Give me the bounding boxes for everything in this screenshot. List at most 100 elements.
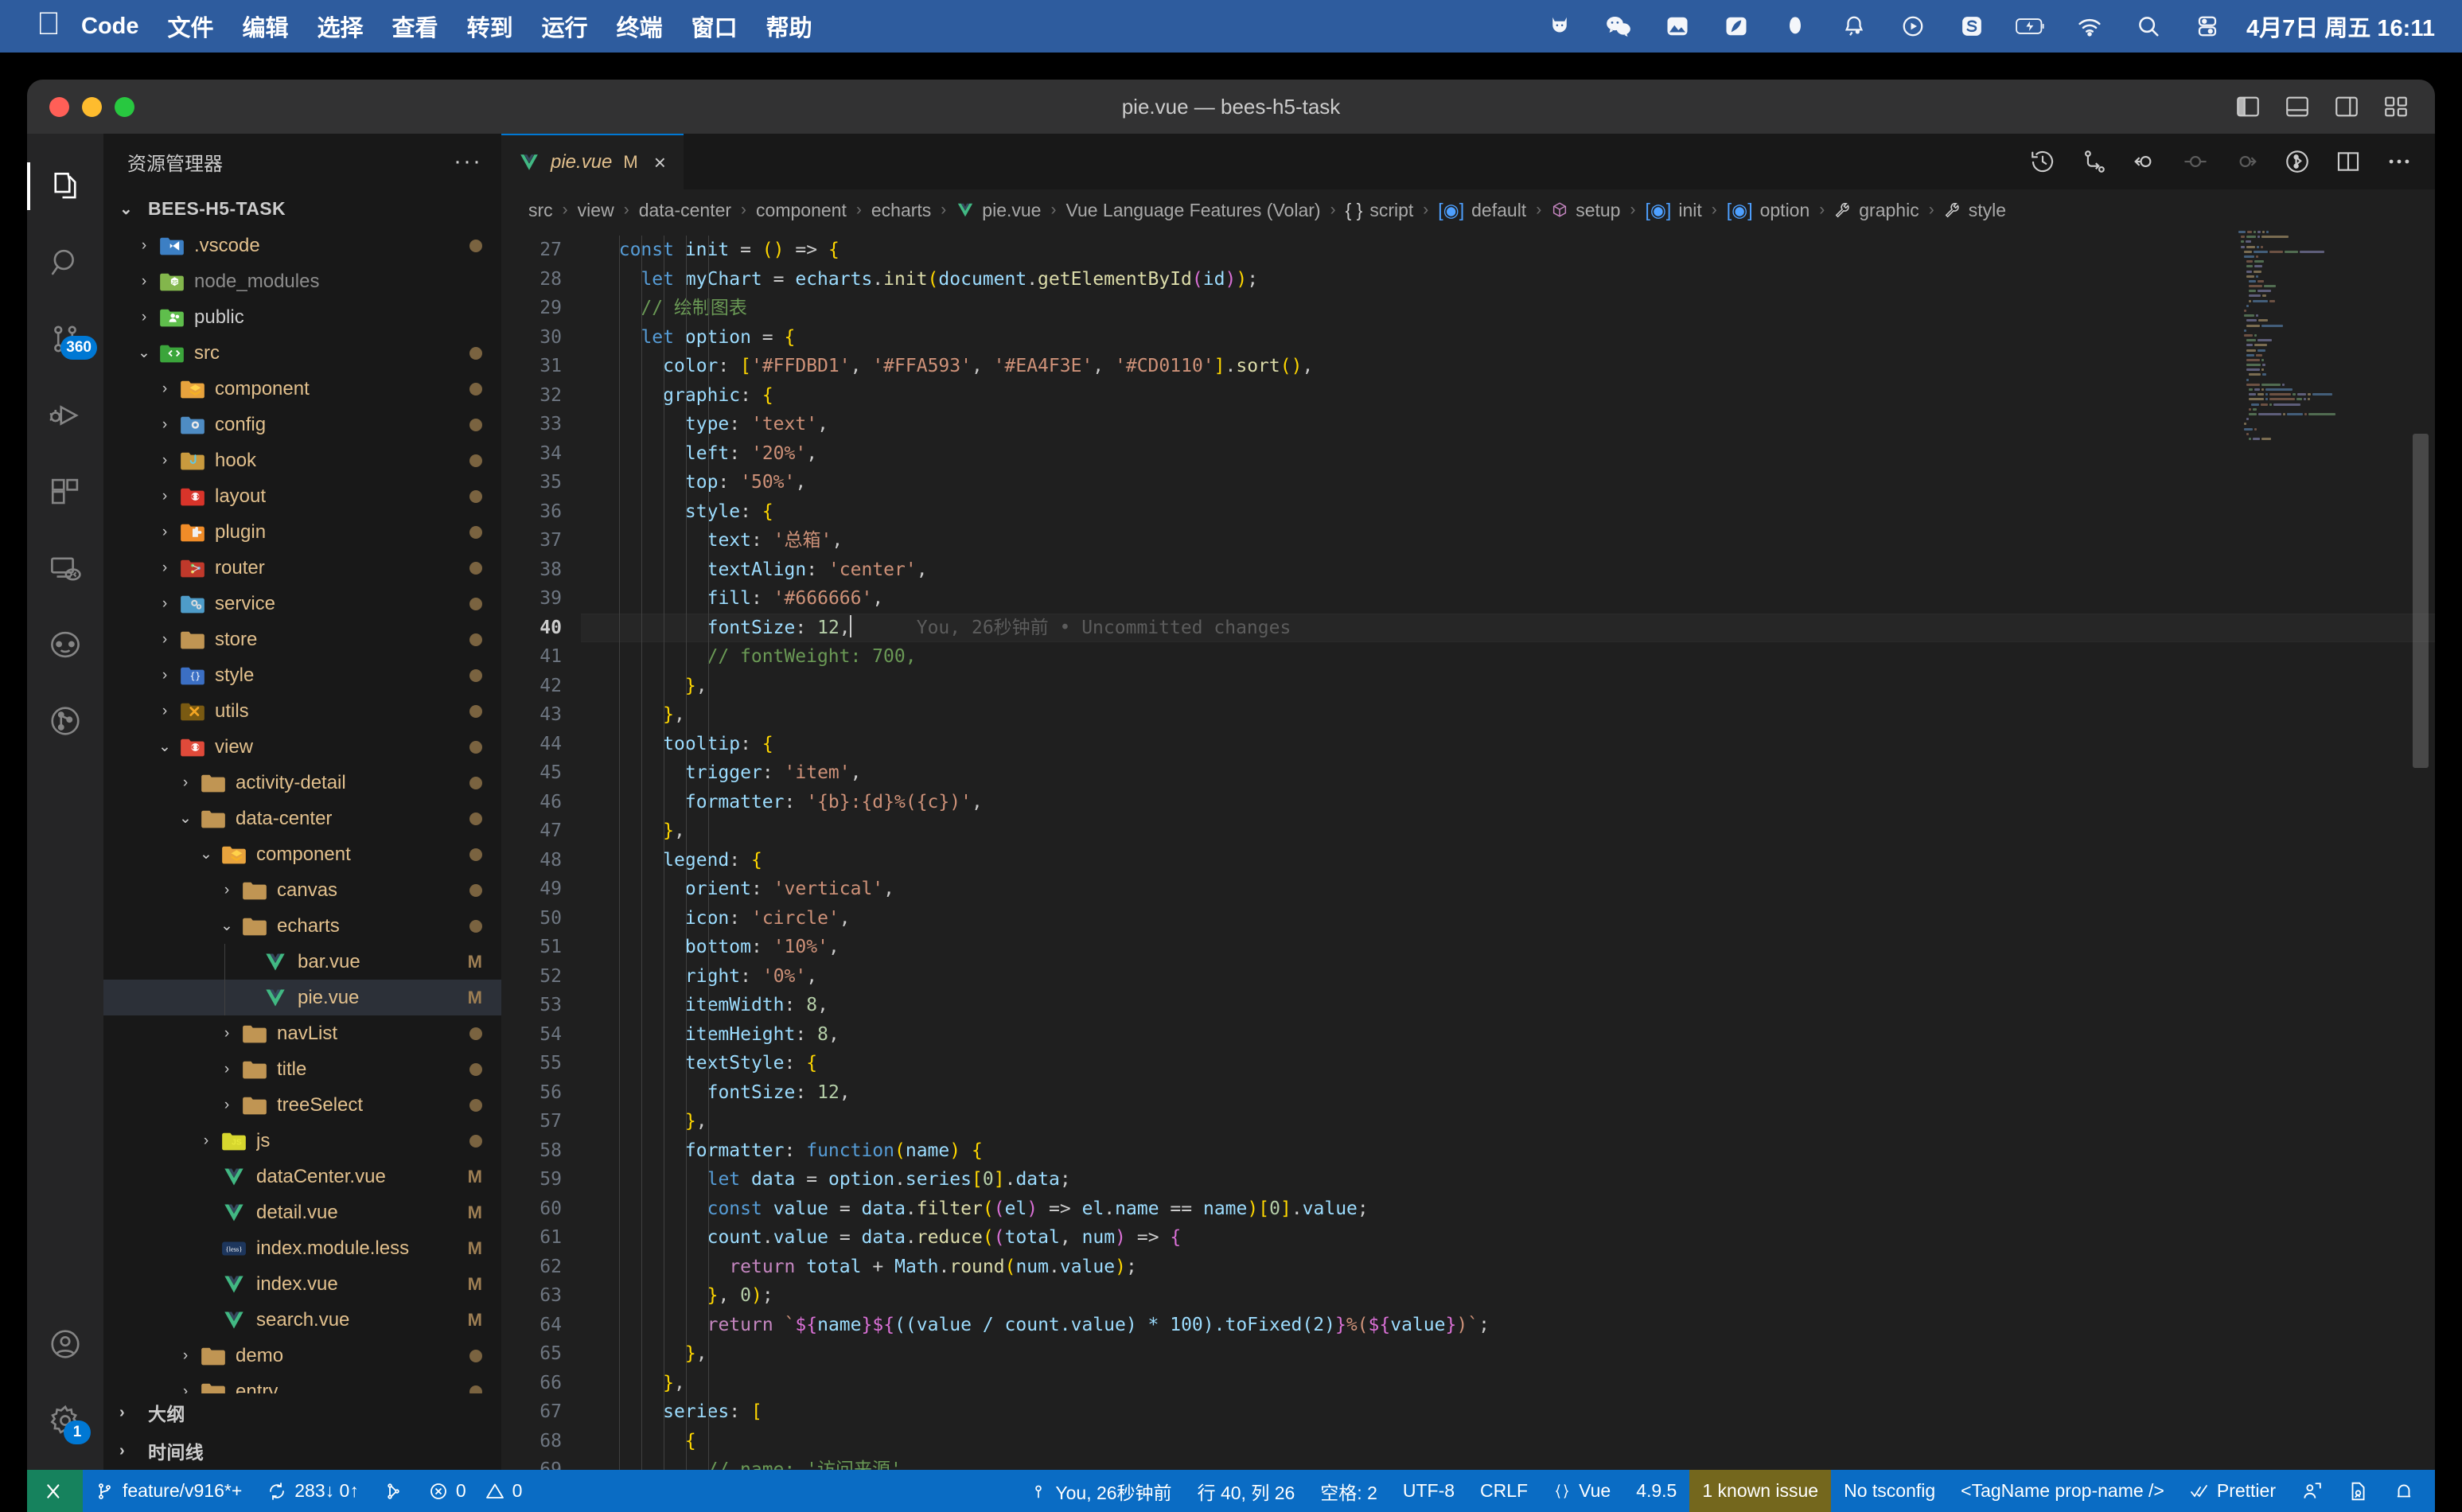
more-actions-icon[interactable] — [2386, 148, 2413, 175]
breadcrumb-item-echarts[interactable]: echarts — [871, 200, 931, 221]
control-center-icon[interactable] — [2192, 11, 2222, 41]
code-line[interactable]: const value = data.filter((el) => el.nam… — [581, 1194, 2435, 1224]
timeline-icon[interactable] — [2029, 148, 2056, 175]
apple-logo-icon[interactable]:  — [37, 8, 60, 40]
breadcrumb-item-default[interactable]: [◉] default — [1438, 200, 1526, 221]
code-line[interactable]: }, — [581, 816, 2435, 846]
code-line[interactable]: fontSize: 12, — [581, 1078, 2435, 1108]
status-cursor-position[interactable]: 行 40, 列 26 — [1185, 1470, 1308, 1512]
sidebar-item-explorer[interactable] — [27, 148, 103, 224]
tree-item-store[interactable]: › store — [103, 622, 501, 657]
tree-item-component[interactable]: ⌄ component — [103, 836, 501, 872]
code-line[interactable]: right: '0%', — [581, 962, 2435, 992]
sidebar-item-settings[interactable]: 1 — [27, 1382, 103, 1459]
tree-item-layout[interactable]: › layout — [103, 478, 501, 514]
wifi-icon[interactable] — [2074, 11, 2105, 41]
menu-item-window[interactable]: 窗口 — [691, 10, 738, 43]
tree-item-node-modules[interactable]: › JS node_modules — [103, 263, 501, 299]
code-line[interactable]: let option = { — [581, 323, 2435, 353]
editor-scrollbar[interactable] — [2413, 434, 2429, 768]
code-line[interactable]: itemHeight: 8, — [581, 1020, 2435, 1050]
code-line[interactable]: text: '总箱', — [581, 526, 2435, 555]
tree-item-data-center[interactable]: ⌄ data-center — [103, 801, 501, 836]
breadcrumb[interactable]: src › view › data-center › component › echarts › p… — [501, 189, 2435, 231]
code-editor[interactable]: 27 28 29 30 31 32 33 34 35 36 37 38 39 40 41 42 43 44 45 46… — [501, 231, 2435, 1470]
code-line[interactable]: left: '20%', — [581, 439, 2435, 469]
tree-item-router[interactable]: › router — [103, 550, 501, 586]
code-line[interactable]: // 绘制图表 — [581, 294, 2435, 323]
sidebar-item-run-and-debug[interactable] — [27, 377, 103, 454]
tree-item-title[interactable]: › title — [103, 1051, 501, 1087]
code-line[interactable]: bottom: '10%', — [581, 933, 2435, 962]
menu-item-go[interactable]: 转到 — [467, 10, 513, 43]
sidebar-item-git-graph[interactable] — [27, 683, 103, 759]
code-line[interactable]: return `${name}${((value / count.value) … — [581, 1311, 2435, 1340]
code-line[interactable]: return total + Math.round(num.value); — [581, 1253, 2435, 1282]
status-checkout[interactable] — [372, 1470, 416, 1512]
status-formatter[interactable]: Prettier — [2177, 1470, 2289, 1512]
tree-item-config[interactable]: › config — [103, 407, 501, 442]
toggle-panel-icon[interactable] — [2284, 93, 2311, 120]
file-tree[interactable]: › .vscode › JS node_modules › public ⌄ src › … — [103, 228, 501, 1393]
sidebar-item-remote-explorer[interactable] — [27, 530, 103, 606]
tree-item-service[interactable]: › service — [103, 586, 501, 622]
status-tsconfig[interactable]: No tsconfig — [1831, 1470, 1948, 1512]
timeline-section-header[interactable]: › 时间线 — [103, 1432, 501, 1470]
status-problems[interactable]: 0 0 — [416, 1470, 536, 1512]
menu-item-edit[interactable]: 编辑 — [243, 10, 289, 43]
tree-item-src[interactable]: ⌄ src — [103, 335, 501, 371]
code-line[interactable]: formatter: '{b}:{d}%({c})', — [581, 788, 2435, 817]
play-circle-icon[interactable] — [1898, 11, 1928, 41]
status-blame[interactable]: You, 26秒钟前 — [1017, 1470, 1184, 1512]
tree-item-view[interactable]: ⌄ view — [103, 729, 501, 765]
tree-item-hook[interactable]: › hook — [103, 442, 501, 478]
menu-item-code[interactable]: Code — [81, 14, 139, 40]
code-line[interactable]: series: [ — [581, 1397, 2435, 1427]
tree-item-canvas[interactable]: › canvas — [103, 872, 501, 908]
code-line[interactable]: // name: '访问来源', — [581, 1455, 2435, 1470]
qq-icon[interactable] — [1839, 11, 1869, 41]
wechat-icon[interactable] — [1603, 11, 1634, 41]
code-line[interactable]: }, 0); — [581, 1281, 2435, 1311]
breadcrumb-item-pie-vue[interactable]: pie.vue — [956, 200, 1041, 221]
tree-item-plugin[interactable]: › plugin — [103, 514, 501, 550]
status-indentation[interactable]: 空格: 2 — [1307, 1470, 1390, 1512]
dropbox-icon[interactable] — [1780, 11, 1810, 41]
split-editor-icon[interactable] — [2335, 148, 2362, 175]
tree-item-datacenter-vue[interactable]: ›dataCenter.vueM — [103, 1159, 501, 1194]
code-line[interactable]: fontSize: 12, You, 26秒钟前 • Uncommitted c… — [581, 614, 2435, 643]
breadcrumb-item-graphic[interactable]: graphic — [1834, 200, 1919, 221]
code-line[interactable]: let myChart = echarts.init(document.getE… — [581, 265, 2435, 294]
code-line[interactable]: }, — [581, 1107, 2435, 1136]
breadcrumb-item-option[interactable]: [◉] option — [1727, 200, 1810, 221]
code-line[interactable]: textStyle: { — [581, 1049, 2435, 1078]
menu-item-file[interactable]: 文件 — [168, 10, 214, 43]
status-tagname[interactable]: <TagName prop-name /> — [1948, 1470, 2177, 1512]
code-line[interactable]: icon: 'circle', — [581, 904, 2435, 933]
tree-item-echarts[interactable]: ⌄ echarts — [103, 908, 501, 944]
tree-item-treeselect[interactable]: › treeSelect — [103, 1087, 501, 1123]
tree-item-navlist[interactable]: › navList — [103, 1015, 501, 1051]
code-line[interactable]: itemWidth: 8, — [581, 991, 2435, 1020]
code-line[interactable]: count.value = data.reduce((total, num) =… — [581, 1223, 2435, 1253]
toggle-secondary-sidebar-icon[interactable] — [2333, 93, 2360, 120]
sogou-icon[interactable] — [1957, 11, 1987, 41]
previous-change-icon[interactable] — [2131, 148, 2158, 175]
menu-item-terminal[interactable]: 终端 — [617, 10, 663, 43]
code-line[interactable]: fill: '#666666', — [581, 584, 2435, 614]
status-eol[interactable]: CRLF — [1467, 1470, 1541, 1512]
tree-item-entry[interactable]: › entry — [103, 1374, 501, 1393]
status-sync[interactable]: 283↓ 0↑ — [255, 1470, 372, 1512]
breadcrumb-item-setup[interactable]: setup — [1551, 200, 1620, 221]
tree-item-search-vue[interactable]: ›search.vueM — [103, 1302, 501, 1338]
tree-item-public[interactable]: › public — [103, 299, 501, 335]
tree-item--vscode[interactable]: › .vscode — [103, 228, 501, 263]
photos-icon[interactable] — [1662, 11, 1693, 41]
breadcrumb-item-init[interactable]: [◉] init — [1645, 200, 1701, 221]
breadcrumb-item-style[interactable]: style — [1944, 200, 2006, 221]
tree-item-js[interactable]: › JS js — [103, 1123, 501, 1159]
breadcrumb-item-data-center[interactable]: data-center — [639, 200, 731, 221]
status-language-mode[interactable]: Vue — [1541, 1470, 1623, 1512]
sidebar-more-icon[interactable]: ··· — [454, 148, 482, 175]
code-line[interactable]: }, — [581, 700, 2435, 730]
